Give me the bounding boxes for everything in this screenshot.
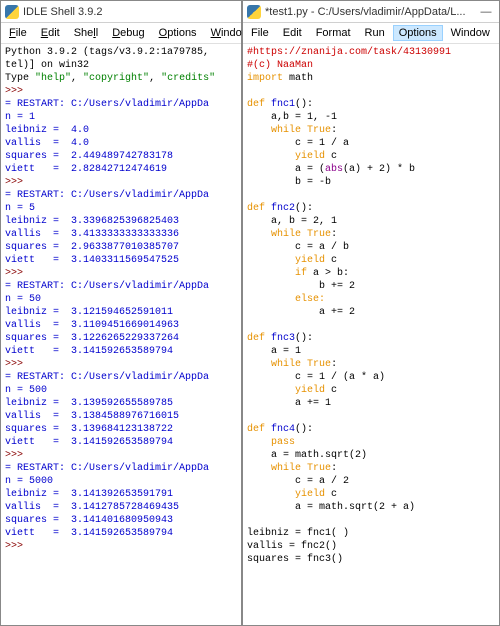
- minimize-button[interactable]: —: [477, 6, 495, 18]
- idle-shell-window: IDLE Shell 3.9.2 File Edit Shell Debug O…: [0, 0, 242, 626]
- menu-shell[interactable]: Shell: [68, 25, 104, 41]
- shell-menubar: File Edit Shell Debug Options Window: [1, 23, 241, 44]
- shell-output[interactable]: Python 3.9.2 (tags/v3.9.2:1a79785, tel)]…: [1, 44, 241, 625]
- python-icon: [5, 5, 19, 19]
- editor-title: *test1.py - C:/Users/vladimir/AppData/L.…: [265, 6, 477, 18]
- menu-format[interactable]: Format: [310, 25, 357, 41]
- menu-edit[interactable]: Edit: [277, 25, 308, 41]
- python-icon: [247, 5, 261, 19]
- menu-window[interactable]: Window: [445, 25, 496, 41]
- editor-titlebar: *test1.py - C:/Users/vladimir/AppData/L.…: [243, 1, 499, 23]
- menu-file[interactable]: File: [3, 25, 33, 41]
- menu-options[interactable]: Options: [153, 25, 203, 41]
- menu-options[interactable]: Options: [393, 25, 443, 41]
- shell-titlebar: IDLE Shell 3.9.2: [1, 1, 241, 23]
- editor-window: *test1.py - C:/Users/vladimir/AppData/L.…: [242, 0, 500, 626]
- shell-title: IDLE Shell 3.9.2: [23, 6, 237, 18]
- editor-menubar: File Edit Format Run Options Window Hel: [243, 23, 499, 44]
- menu-file[interactable]: File: [245, 25, 275, 41]
- menu-debug[interactable]: Debug: [106, 25, 150, 41]
- menu-run[interactable]: Run: [359, 25, 391, 41]
- editor-code[interactable]: #https://znanija.com/task/43130991 #(c) …: [243, 44, 499, 625]
- menu-edit[interactable]: Edit: [35, 25, 66, 41]
